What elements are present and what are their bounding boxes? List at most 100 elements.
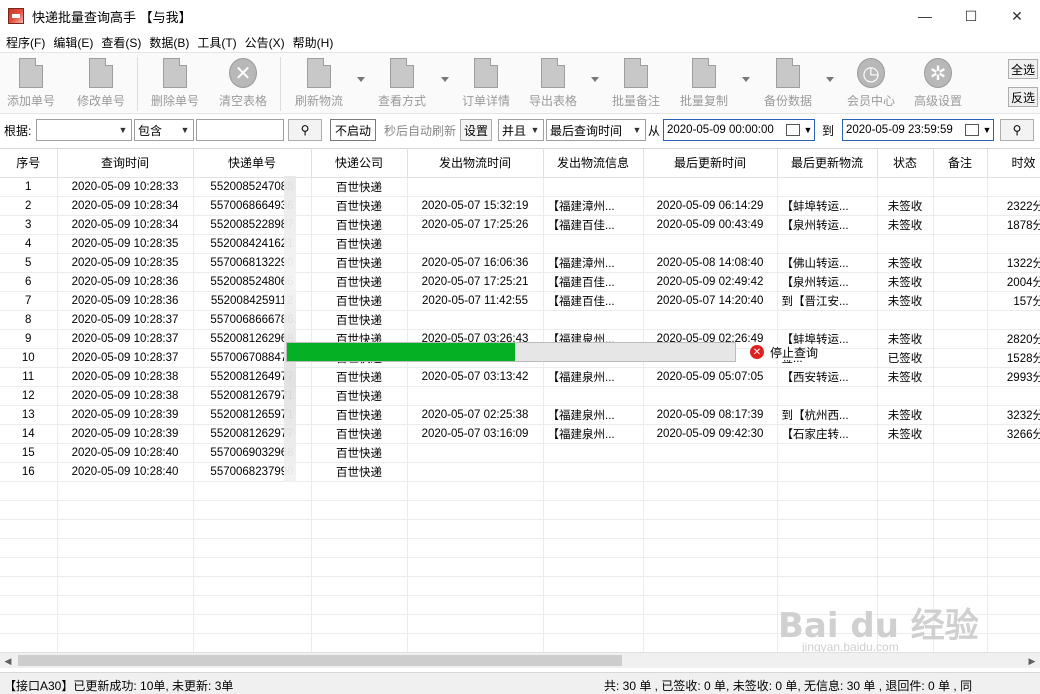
column-header-status[interactable]: 状态	[877, 149, 934, 178]
column-header-courier[interactable]: 快递公司	[311, 149, 408, 178]
stop-query-button[interactable]: ✕ 停止查询	[750, 344, 823, 360]
column-header-duration[interactable]: 时效	[987, 149, 1040, 178]
table-cell	[877, 462, 934, 482]
table-row[interactable]: 16 2020-05-09 10:28:40 5570068237990 百世快递	[0, 462, 1040, 482]
invert-selection-button[interactable]: 反选	[1008, 87, 1038, 107]
time-field-select[interactable]: 最后查询时间 ▼	[546, 119, 646, 141]
table-row[interactable]: 11 2020-05-09 10:28:38 5520081264977 百世快递 20…	[0, 367, 1040, 387]
column-header-send-time[interactable]: 发出物流时间	[407, 149, 544, 178]
column-header-tracking-number[interactable]: 快递单号	[193, 149, 312, 178]
scroll-left-icon[interactable]: ◀	[0, 653, 16, 669]
menu-program[interactable]: 程序(F)	[4, 34, 51, 51]
empty-row	[0, 576, 1040, 596]
auto-refresh-button[interactable]: 不启动	[330, 119, 376, 141]
copy-icon	[692, 58, 716, 88]
table-row[interactable]: 1 2020-05-09 10:28:33 5520085247088 百世快递	[0, 177, 1040, 197]
table-row[interactable]: 4 2020-05-09 10:28:35 5520084241621 百世快递	[0, 234, 1040, 254]
table-cell	[987, 177, 1040, 197]
export-dropdown-icon[interactable]	[591, 77, 599, 83]
settings-button[interactable]: 设置	[460, 119, 492, 141]
table-cell: 2020-05-07 17:25:26	[407, 215, 544, 235]
search-icon: ⚲	[300, 123, 310, 137]
column-header-last-logistics[interactable]: 最后更新物流	[777, 149, 878, 178]
from-date-picker[interactable]: 2020-05-09 00:00:00 ▼	[663, 119, 815, 141]
table-cell: 【福建百佳...	[543, 215, 644, 235]
table-row[interactable]: 8 2020-05-09 10:28:37 5570068666786 百世快递	[0, 310, 1040, 330]
batch-copy-button[interactable]: 批量复制	[677, 57, 731, 111]
table-cell	[643, 177, 778, 197]
view-mode-button[interactable]: 查看方式	[375, 57, 429, 111]
table-cell	[933, 291, 988, 311]
table-cell: 2020-05-09 10:28:37	[57, 310, 194, 330]
column-header-send-info[interactable]: 发出物流信息	[543, 149, 644, 178]
column-header-query-time[interactable]: 查询时间	[57, 149, 194, 178]
status-bar: 【接口A30】已更新成功: 10单, 未更新: 3单 共: 30 单 , 已签收…	[0, 672, 1040, 694]
add-number-button[interactable]: 添加单号	[4, 57, 58, 111]
table-cell: 【福建泉州...	[543, 367, 644, 387]
to-date-picker[interactable]: 2020-05-09 23:59:59 ▼	[842, 119, 994, 141]
minimize-button[interactable]: —	[902, 0, 948, 32]
backup-data-button[interactable]: 备份数据	[761, 57, 815, 111]
advanced-settings-button[interactable]: ✲ 高级设置	[911, 57, 965, 111]
table-cell: 2993分钟	[987, 367, 1040, 387]
order-detail-button[interactable]: 订单详情	[459, 57, 513, 111]
backup-dropdown-icon[interactable]	[826, 77, 834, 83]
document-icon	[19, 58, 43, 88]
table-cell	[543, 310, 644, 330]
column-header-note[interactable]: 备注	[933, 149, 988, 178]
batch-copy-dropdown-icon[interactable]	[742, 77, 750, 83]
delete-number-button[interactable]: 删除单号	[148, 57, 202, 111]
menu-edit[interactable]: 编辑(E)	[51, 34, 99, 51]
close-button[interactable]: ✕	[994, 0, 1040, 32]
export-table-button[interactable]: 导出表格	[526, 57, 580, 111]
clear-table-button[interactable]: ✕ 清空表格	[216, 57, 270, 111]
table-row[interactable]: 6 2020-05-09 10:28:36 5520085248066 百世快递 202…	[0, 272, 1040, 292]
table-row[interactable]: 2 2020-05-09 10:28:34 5570068664936 百世快递 202…	[0, 196, 1040, 216]
view-mode-dropdown-icon[interactable]	[441, 77, 449, 83]
menu-view[interactable]: 查看(S)	[99, 34, 147, 51]
calendar-icon	[965, 124, 979, 136]
scroll-right-icon[interactable]: ▶	[1024, 653, 1040, 669]
search-button[interactable]: ⚲	[288, 119, 322, 141]
select-all-button[interactable]: 全选	[1008, 59, 1038, 79]
batch-note-button[interactable]: 批量备注	[609, 57, 663, 111]
window-title: 快递批量查询高手 【与我】	[32, 9, 192, 25]
table-row[interactable]: 12 2020-05-09 10:28:38 5520081267971 百世快递	[0, 386, 1040, 406]
edit-number-button[interactable]: 修改单号	[74, 57, 128, 111]
table-cell	[987, 386, 1040, 406]
match-select[interactable]: 包含 ▼	[134, 119, 194, 141]
field-select[interactable]: ▼	[36, 119, 132, 141]
menu-notice[interactable]: 公告(X)	[243, 34, 291, 51]
menu-data[interactable]: 数据(B)	[147, 34, 195, 51]
menu-help[interactable]: 帮助(H)	[291, 34, 340, 51]
results-table[interactable]: 序号 查询时间 快递单号 快递公司 发出物流时间 发出物流信息 最后更新时间 最…	[0, 148, 1040, 652]
date-search-button[interactable]: ⚲	[1000, 119, 1034, 141]
table-cell: 2020-05-07 15:32:19	[407, 196, 544, 216]
table-cell: 7	[0, 291, 58, 311]
column-header-last-update-time[interactable]: 最后更新时间	[643, 149, 778, 178]
table-cell	[933, 348, 988, 368]
scrollbar-thumb[interactable]	[18, 655, 622, 666]
table-cell: 2020-05-09 00:43:49	[643, 215, 778, 235]
table-row[interactable]: 5 2020-05-09 10:28:35 5570068132290 百世快递 202…	[0, 253, 1040, 273]
table-cell: 8	[0, 310, 58, 330]
refresh-dropdown-icon[interactable]	[357, 77, 365, 83]
table-row[interactable]: 7 2020-05-09 10:28:36 5520084259112 百世快递 202…	[0, 291, 1040, 311]
column-header-index[interactable]: 序号	[0, 149, 58, 178]
table-cell: 百世快递	[311, 291, 408, 311]
keyword-input[interactable]	[196, 119, 284, 141]
maximize-button[interactable]: ☐	[948, 0, 994, 32]
table-cell: 2020-05-09 10:28:36	[57, 272, 194, 292]
table-cell: 12	[0, 386, 58, 406]
table-row[interactable]: 14 2020-05-09 10:28:39 5520081262977 百世快递 20…	[0, 424, 1040, 444]
table-row[interactable]: 15 2020-05-09 10:28:40 5570069032968 百世快递	[0, 443, 1040, 463]
horizontal-scrollbar[interactable]: ◀ ▶	[0, 652, 1040, 668]
table-row[interactable]: 13 2020-05-09 10:28:39 5520081265971 百世快递 20…	[0, 405, 1040, 425]
menu-tools[interactable]: 工具(T)	[195, 34, 242, 51]
refresh-logistics-button[interactable]: 刷新物流	[292, 57, 346, 111]
table-cell: 2020-05-09 10:28:33	[57, 177, 194, 197]
logic-select[interactable]: 并且 ▼	[498, 119, 544, 141]
query-progress-bar	[286, 342, 736, 362]
table-row[interactable]: 3 2020-05-09 10:28:34 5520085228987 百世快递 202…	[0, 215, 1040, 235]
member-center-button[interactable]: ◷ 会员中心	[844, 57, 898, 111]
